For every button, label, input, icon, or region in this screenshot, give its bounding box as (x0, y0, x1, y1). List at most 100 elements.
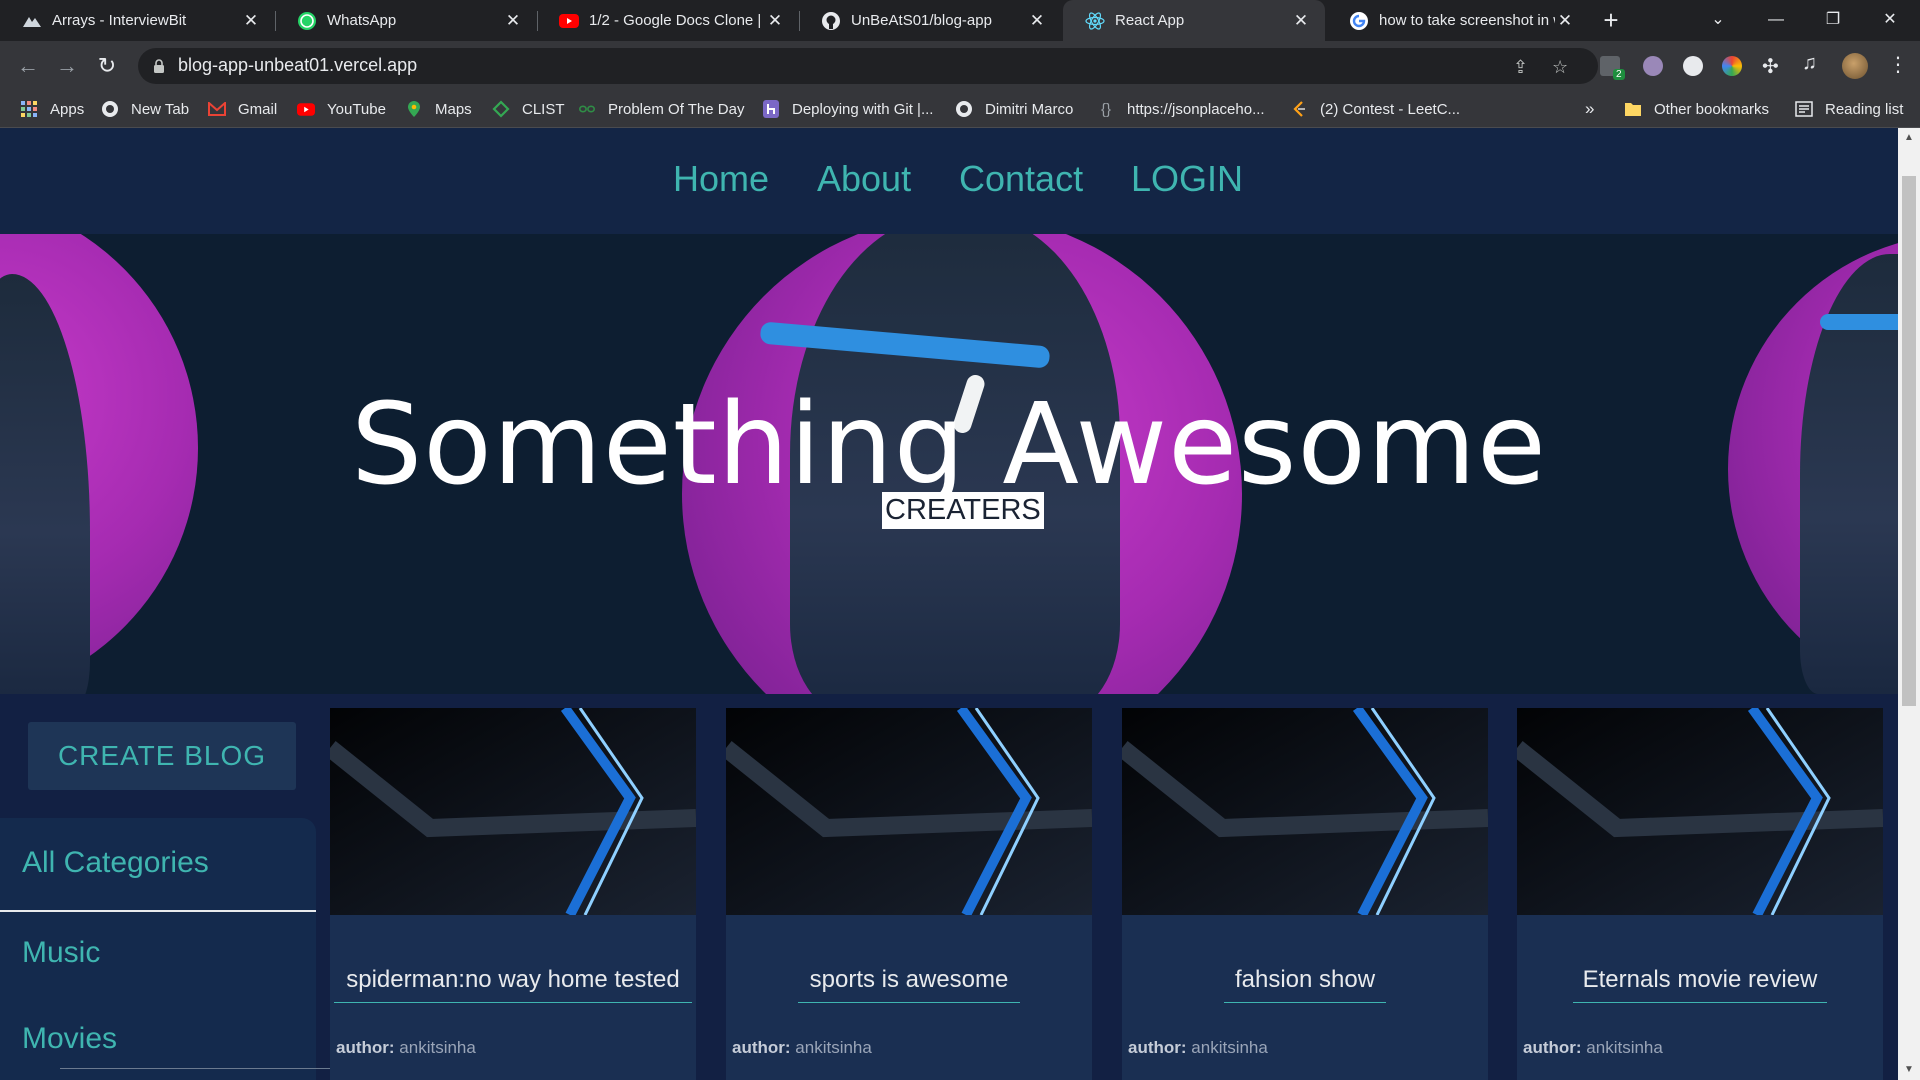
nav-home-link[interactable]: Home (673, 158, 769, 200)
hero-subtitle: CREATERS (882, 492, 1044, 529)
scroll-down-arrow-icon[interactable]: ▼ (1898, 1064, 1920, 1075)
extension-badge: 2 (1613, 69, 1625, 80)
post-title[interactable]: sports is awesome (726, 966, 1092, 994)
tab-react-app[interactable]: React App ✕ (1063, 0, 1325, 41)
address-bar[interactable]: blog-app-unbeat01.vercel.app ⇪ ☆ (138, 48, 1598, 84)
jsonplaceholder-icon: {} (1100, 100, 1112, 118)
browser-tab-strip: Arrays - InterviewBit ✕ WhatsApp ✕ 1/2 -… (0, 0, 1920, 41)
more-menu-icon[interactable]: ⋮ (1888, 52, 1908, 77)
bookmark-jsonplaceholder[interactable]: {} https://jsonplaceho... (1097, 91, 1265, 127)
new-tab-button[interactable]: + (1597, 7, 1625, 35)
reload-button[interactable]: ↻ (92, 51, 122, 81)
react-icon (1085, 11, 1105, 31)
restore-button[interactable]: ❐ (1805, 0, 1861, 41)
bookmark-label: https://jsonplaceho... (1127, 100, 1265, 118)
maps-icon (405, 100, 423, 118)
bookmark-label: Maps (435, 100, 472, 118)
bookmark-label: CLIST (522, 100, 565, 118)
browser-toolbar: ← → ↻ blog-app-unbeat01.vercel.app ⇪ ☆ 2… (0, 41, 1920, 91)
bookmark-problem-of-the-day[interactable]: Problem Of The Day (578, 91, 744, 127)
circle-extension-icon[interactable] (1683, 56, 1703, 76)
categories-divider (0, 910, 316, 912)
minimize-button[interactable]: — (1748, 0, 1804, 41)
post-card[interactable]: sports is awesome author: ankitsinha (726, 708, 1092, 1080)
bookmark-apps[interactable]: Apps (20, 91, 84, 127)
google-icon (1349, 11, 1369, 31)
close-tab-icon[interactable]: ✕ (241, 11, 261, 31)
category-all[interactable]: All Categories (22, 846, 209, 880)
bookmarks-overflow-button[interactable]: » (1585, 91, 1594, 127)
nav-about-link[interactable]: About (817, 158, 911, 200)
author-name: ankitsinha (795, 1038, 872, 1057)
extensions-puzzle-icon[interactable]: ✣ (1762, 54, 1779, 79)
category-movies[interactable]: Movies (22, 1022, 117, 1056)
bookmark-label: New Tab (131, 100, 190, 118)
create-blog-button[interactable]: CREATE BLOG (28, 722, 296, 790)
nav-contact-link[interactable]: Contact (959, 158, 1083, 200)
post-author: author: ankitsinha (336, 1038, 476, 1058)
media-control-icon[interactable]: ♫ (1802, 52, 1817, 75)
back-button[interactable]: ← (13, 51, 43, 81)
reading-list-button[interactable]: Reading list (1795, 91, 1903, 127)
author-label: author: (1523, 1038, 1582, 1057)
post-title-underline (798, 1002, 1020, 1003)
close-tab-icon[interactable]: ✕ (765, 11, 785, 31)
youtube-icon (297, 100, 315, 118)
lock-icon[interactable] (153, 59, 165, 79)
hero-title: Something Awesome (351, 380, 1547, 510)
bookmark-clist[interactable]: CLIST (492, 91, 565, 127)
bookmark-label: Dimitri Marco (985, 100, 1074, 118)
scrollbar-thumb[interactable] (1902, 176, 1916, 706)
category-music[interactable]: Music (22, 936, 100, 970)
github-icon (821, 11, 841, 31)
tab-interviewbit[interactable]: Arrays - InterviewBit ✕ (0, 0, 276, 41)
bookmark-label: Apps (50, 100, 85, 118)
bookmark-maps[interactable]: Maps (405, 91, 472, 127)
forward-button[interactable]: → (52, 51, 82, 81)
post-title-underline (1224, 1002, 1386, 1003)
tab-search-chevron-icon[interactable]: ⌄ (1690, 0, 1746, 41)
post-card[interactable]: spiderman:no way home tested author: ank… (330, 708, 696, 1080)
avatar[interactable] (1842, 53, 1868, 79)
post-title[interactable]: Eternals movie review (1517, 966, 1883, 994)
close-window-button[interactable]: ✕ (1862, 0, 1918, 41)
bookmark-leetcode[interactable]: (2) Contest - LeetC... (1290, 91, 1460, 127)
tab-whatsapp[interactable]: WhatsApp ✕ (275, 0, 538, 41)
color-extension-icon[interactable] (1722, 56, 1742, 76)
post-author: author: ankitsinha (1128, 1038, 1268, 1058)
post-title[interactable]: spiderman:no way home tested (330, 966, 696, 994)
author-name: ankitsinha (1586, 1038, 1663, 1057)
bookmark-new-tab[interactable]: New Tab (101, 91, 189, 127)
post-title[interactable]: fahsion show (1122, 966, 1488, 994)
tab-title: WhatsApp (327, 12, 397, 29)
nav-login-link[interactable]: LOGIN (1131, 158, 1243, 200)
url-text[interactable]: blog-app-unbeat01.vercel.app (178, 55, 417, 76)
page-scrollbar[interactable]: ▲ ▼ (1898, 128, 1920, 1080)
close-tab-icon[interactable]: ✕ (503, 11, 523, 31)
post-card[interactable]: fahsion show author: ankitsinha (1122, 708, 1488, 1080)
close-tab-icon[interactable]: ✕ (1555, 11, 1575, 31)
tab-github[interactable]: UnBeAtS01/blog-app ✕ (799, 0, 1061, 41)
post-image (1122, 708, 1488, 915)
bookmark-dimitri-marco[interactable]: Dimitri Marco (955, 91, 1073, 127)
gmail-icon (208, 100, 226, 118)
share-icon[interactable]: ⇪ (1513, 57, 1528, 78)
bookmark-gmail[interactable]: Gmail (208, 91, 277, 127)
close-tab-icon[interactable]: ✕ (1291, 11, 1311, 31)
bookmark-other-bookmarks[interactable]: Other bookmarks (1624, 91, 1769, 127)
author-label: author: (1128, 1038, 1187, 1057)
bookmark-label: (2) Contest - LeetC... (1320, 100, 1461, 118)
bookmark-youtube[interactable]: YouTube (297, 91, 386, 127)
post-title-underline (1573, 1002, 1827, 1003)
interviewbit-icon (22, 11, 42, 31)
scroll-up-arrow-icon[interactable]: ▲ (1898, 132, 1920, 143)
clist-icon (492, 100, 510, 118)
tab-youtube-docs-clone[interactable]: 1/2 - Google Docs Clone | R ✕ (537, 0, 800, 41)
tab-google-search[interactable]: how to take screenshot in w ✕ (1327, 0, 1589, 41)
close-tab-icon[interactable]: ✕ (1027, 11, 1047, 31)
bookmark-deploying-with-git[interactable]: Deploying with Git |... (762, 91, 933, 127)
hero-banner: Something Awesome CREATERS (0, 234, 1898, 694)
ghost-extension-icon[interactable] (1643, 56, 1663, 76)
bookmark-star-icon[interactable]: ☆ (1552, 57, 1568, 78)
post-card[interactable]: Eternals movie review author: ankitsinha (1517, 708, 1883, 1080)
